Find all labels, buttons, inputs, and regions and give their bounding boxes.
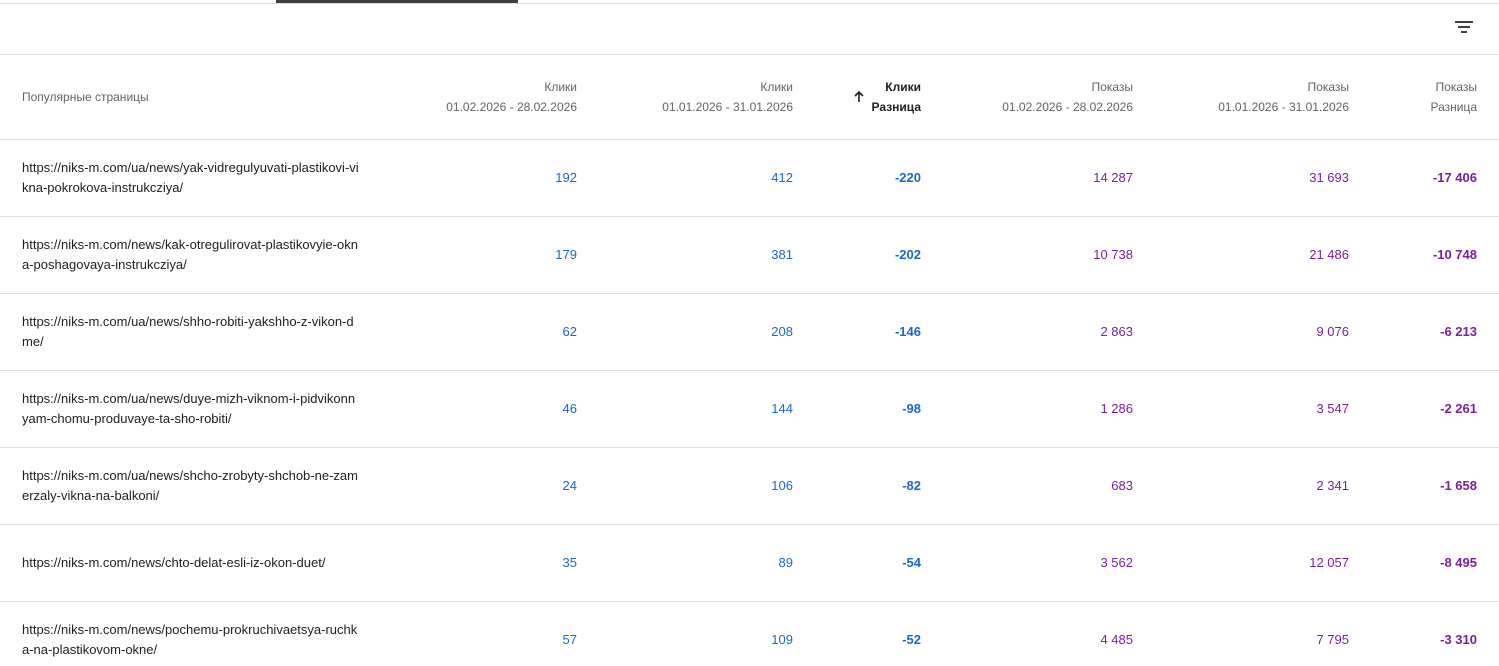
- page-url[interactable]: https://niks-m.com/ua/news/shcho-zrobyty…: [0, 447, 400, 524]
- imps-current-value: 2 863: [1100, 324, 1133, 339]
- pages-table: Популярные страницы Клики 01.02.2026 - 2…: [0, 55, 1499, 666]
- column-header-clicks-diff[interactable]: Клики Разница: [793, 55, 921, 139]
- clicks-diff-value: -202: [894, 247, 921, 262]
- column-header-imps-diff[interactable]: Показы Разница: [1349, 55, 1477, 139]
- clicks-diff-value: -52: [902, 632, 921, 647]
- column-header-imps-current[interactable]: Показы 01.02.2026 - 28.02.2026: [921, 55, 1133, 139]
- clicks-diff-value: -54: [902, 555, 921, 570]
- column-header-page[interactable]: Популярные страницы: [0, 55, 400, 139]
- column-header-imps-previous[interactable]: Показы 01.01.2026 - 31.01.2026: [1133, 55, 1349, 139]
- column-header-page-label: Популярные страницы: [22, 89, 149, 104]
- clicks-previous-value: 412: [771, 170, 793, 185]
- imps-previous-value: 3 547: [1316, 401, 1349, 416]
- performance-page: Популярные страницы Клики 01.02.2026 - 2…: [0, 0, 1499, 666]
- imps-previous-value: 31 693: [1309, 170, 1349, 185]
- clicks-previous-value: 144: [771, 401, 793, 416]
- clicks-current-value: 24: [562, 478, 577, 493]
- filter-button[interactable]: [1448, 13, 1480, 41]
- column-header-metric: Показы: [1091, 79, 1133, 94]
- page-url[interactable]: https://niks-m.com/news/kak-otregulirova…: [0, 216, 400, 293]
- table-header-row: Популярные страницы Клики 01.02.2026 - 2…: [0, 55, 1499, 139]
- column-header-clicks-current[interactable]: Клики 01.02.2026 - 28.02.2026: [400, 55, 577, 139]
- clicks-previous-value: 89: [778, 555, 793, 570]
- column-header-metric: Показы: [1307, 79, 1349, 94]
- imps-diff-value: -6 213: [1440, 324, 1477, 339]
- imps-current-value: 14 287: [1093, 170, 1133, 185]
- column-header-metric: Клики: [885, 79, 921, 94]
- filter-list-icon: [1455, 21, 1473, 33]
- table-row[interactable]: https://niks-m.com/ua/news/shho-robiti-y…: [0, 293, 1499, 370]
- clicks-diff-value: -98: [902, 401, 921, 416]
- imps-current-value: 3 562: [1100, 555, 1133, 570]
- column-header-period: 01.01.2026 - 31.01.2026: [662, 99, 793, 114]
- page-url[interactable]: https://niks-m.com/ua/news/shho-robiti-y…: [0, 293, 400, 370]
- row-spacer: [1477, 524, 1499, 601]
- table-row[interactable]: https://niks-m.com/ua/news/duye-mizh-vik…: [0, 370, 1499, 447]
- page-url[interactable]: https://niks-m.com/ua/news/yak-vidreguly…: [0, 139, 400, 216]
- clicks-diff-value: -82: [902, 478, 921, 493]
- clicks-current-value: 57: [562, 632, 577, 647]
- table-row[interactable]: https://niks-m.com/news/pochemu-prokruch…: [0, 601, 1499, 666]
- row-spacer: [1477, 370, 1499, 447]
- imps-previous-value: 2 341: [1316, 478, 1349, 493]
- imps-diff-value: -1 658: [1440, 478, 1477, 493]
- clicks-current-value: 192: [555, 170, 577, 185]
- imps-diff-value: -3 310: [1440, 632, 1477, 647]
- imps-current-value: 683: [1111, 478, 1133, 493]
- clicks-current-value: 179: [555, 247, 577, 262]
- imps-current-value: 4 485: [1100, 632, 1133, 647]
- column-header-period: 01.02.2026 - 28.02.2026: [1002, 99, 1133, 114]
- imps-previous-value: 21 486: [1309, 247, 1349, 262]
- page-url[interactable]: https://niks-m.com/news/pochemu-prokruch…: [0, 601, 400, 666]
- row-spacer: [1477, 447, 1499, 524]
- column-header-period: 01.01.2026 - 31.01.2026: [1218, 99, 1349, 114]
- imps-previous-value: 7 795: [1316, 632, 1349, 647]
- clicks-current-value: 62: [562, 324, 577, 339]
- column-header-metric: Клики: [544, 79, 577, 94]
- page-url[interactable]: https://niks-m.com/news/chto-delat-esli-…: [0, 524, 400, 601]
- clicks-previous-value: 106: [771, 478, 793, 493]
- row-spacer: [1477, 139, 1499, 216]
- column-header-period: Разница: [871, 99, 921, 114]
- table-row[interactable]: https://niks-m.com/news/kak-otregulirova…: [0, 216, 1499, 293]
- column-header-period: Разница: [1430, 99, 1477, 114]
- column-header-clicks-previous[interactable]: Клики 01.01.2026 - 31.01.2026: [577, 55, 793, 139]
- imps-current-value: 10 738: [1093, 247, 1133, 262]
- table-toolbar: [0, 3, 1499, 55]
- clicks-previous-value: 208: [771, 324, 793, 339]
- table-row[interactable]: https://niks-m.com/ua/news/yak-vidreguly…: [0, 139, 1499, 216]
- column-header-metric: Клики: [760, 79, 793, 94]
- clicks-previous-value: 109: [771, 632, 793, 647]
- imps-diff-value: -10 748: [1432, 247, 1477, 262]
- imps-current-value: 1 286: [1100, 401, 1133, 416]
- row-spacer: [1477, 216, 1499, 293]
- row-spacer: [1477, 601, 1499, 666]
- table-row[interactable]: https://niks-m.com/ua/news/shcho-zrobyty…: [0, 447, 1499, 524]
- column-header-period: 01.02.2026 - 28.02.2026: [446, 99, 577, 114]
- clicks-previous-value: 381: [771, 247, 793, 262]
- imps-diff-value: -8 495: [1440, 555, 1477, 570]
- table-row[interactable]: https://niks-m.com/news/chto-delat-esli-…: [0, 524, 1499, 601]
- arrow-upward-icon: [853, 90, 864, 102]
- imps-previous-value: 12 057: [1309, 555, 1349, 570]
- column-header-metric: Показы: [1435, 79, 1477, 94]
- imps-diff-value: -17 406: [1432, 170, 1477, 185]
- row-spacer: [1477, 293, 1499, 370]
- column-header-spacer: [1477, 55, 1499, 139]
- clicks-current-value: 35: [562, 555, 577, 570]
- clicks-current-value: 46: [562, 401, 577, 416]
- clicks-diff-value: -146: [894, 324, 921, 339]
- clicks-diff-value: -220: [894, 170, 921, 185]
- page-url[interactable]: https://niks-m.com/ua/news/duye-mizh-vik…: [0, 370, 400, 447]
- imps-diff-value: -2 261: [1440, 401, 1477, 416]
- imps-previous-value: 9 076: [1316, 324, 1349, 339]
